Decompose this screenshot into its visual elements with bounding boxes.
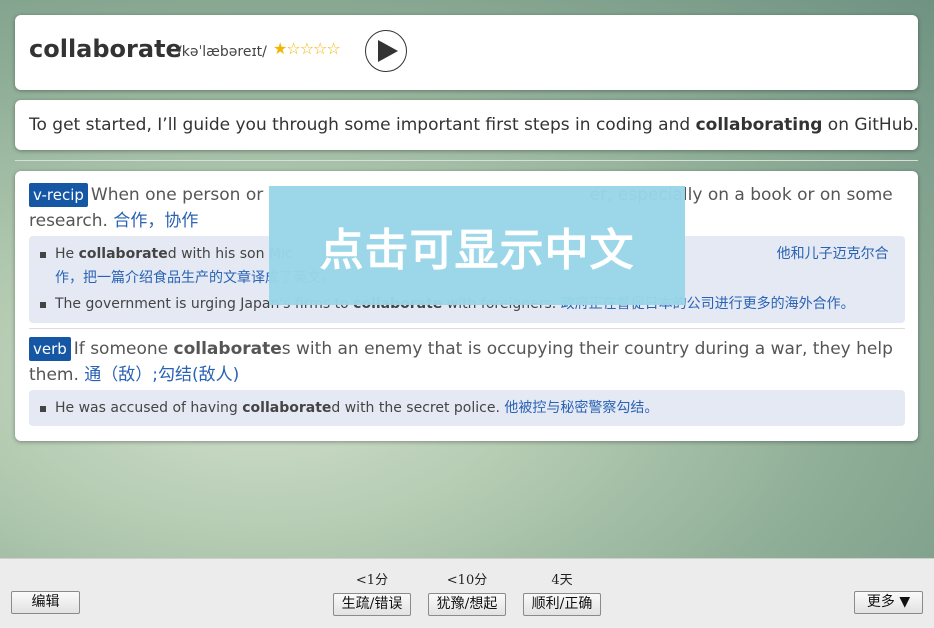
answer-again-button[interactable]: 生疏/错误	[333, 593, 411, 616]
headword: collaborate	[29, 35, 182, 63]
phonetic: /kəˈlæbəreɪt/	[177, 44, 267, 60]
play-icon	[378, 40, 398, 62]
interval-again: <1分	[355, 573, 389, 588]
pos-badge: verb	[29, 337, 71, 361]
more-button[interactable]: 更多 ▼	[854, 591, 923, 614]
answer-good-button[interactable]: 顺利/正确	[523, 593, 601, 616]
answer-hard-button[interactable]: 犹豫/想起	[428, 593, 506, 616]
sentence-highlight: collaborating	[695, 115, 823, 135]
play-audio-button[interactable]	[365, 30, 407, 72]
context-sentence-card: To get started, I’ll guide you through s…	[15, 100, 919, 150]
bottom-bar: 编辑 <1分 生疏/错误 <10分 犹豫/想起 4天 顺利/正确 更多 ▼	[0, 558, 934, 628]
context-sentence: To get started, I’ll guide you through s…	[29, 115, 919, 135]
definition-translation: 通（敌）;勾结(敌人)	[84, 365, 240, 385]
divider	[15, 160, 918, 161]
show-chinese-overlay[interactable]: 点击可显示中文	[269, 186, 685, 305]
sense-2: verb If someone collaborates with an enem…	[29, 337, 893, 385]
definition-translation: 合作，协作	[113, 211, 199, 231]
difficulty-stars: ★☆☆☆☆	[273, 39, 341, 58]
edit-button[interactable]: 编辑	[11, 591, 80, 614]
definition-text: When one person or	[90, 185, 269, 205]
interval-good: 4天	[551, 573, 573, 588]
pos-badge: v-recip	[29, 183, 88, 207]
word-header-card: collaborate /kəˈlæbəreɪt/ ★☆☆☆☆	[15, 15, 918, 90]
sense-separator	[29, 328, 905, 329]
interval-hard: <10分	[446, 573, 488, 588]
examples-sense-2: He was accused of having collaborated wi…	[29, 390, 905, 426]
example-item: He was accused of having collaborated wi…	[39, 396, 895, 420]
